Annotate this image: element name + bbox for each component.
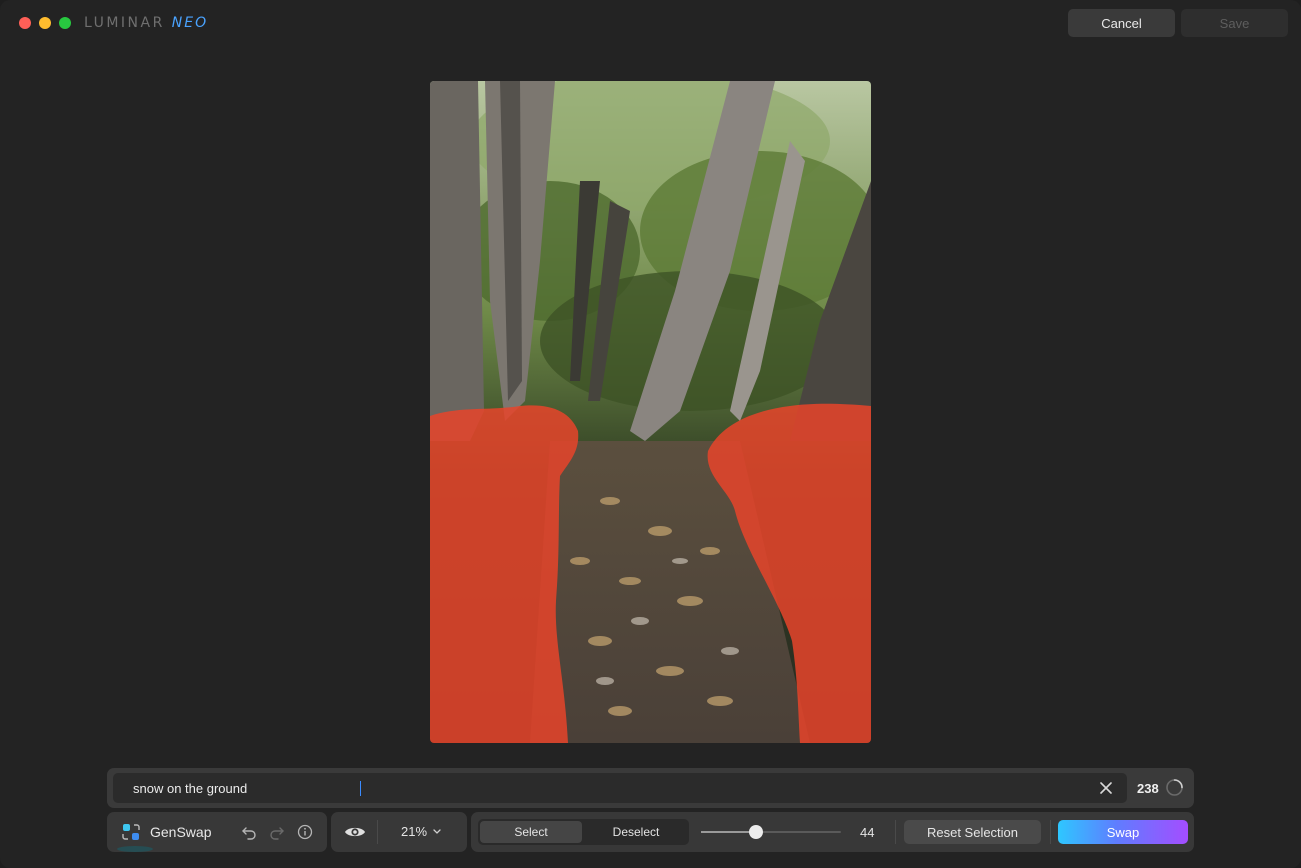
clear-icon[interactable]: [1098, 780, 1114, 796]
slider-fill: [701, 831, 756, 833]
reset-selection-button[interactable]: Reset Selection: [904, 820, 1041, 844]
save-button[interactable]: Save: [1181, 9, 1288, 37]
image-canvas[interactable]: [430, 81, 871, 743]
chevron-down-icon: [433, 828, 441, 834]
zoom-value: 21%: [401, 824, 428, 839]
select-button[interactable]: Select: [480, 821, 582, 843]
photo-with-mask: [430, 81, 871, 743]
prompt-input[interactable]: [113, 773, 1127, 803]
window-maximize-button[interactable]: [59, 17, 71, 29]
cancel-button[interactable]: Cancel: [1068, 9, 1175, 37]
view-group: 21%: [331, 812, 467, 852]
slider-thumb[interactable]: [748, 825, 763, 839]
deselect-button[interactable]: Deselect: [585, 821, 687, 843]
app-logo: LUMINAR NEO: [84, 15, 208, 31]
info-icon[interactable]: [297, 824, 313, 840]
genswap-icon: [122, 824, 140, 840]
redo-icon[interactable]: [269, 824, 285, 840]
brush-size-slider[interactable]: [701, 825, 841, 839]
divider: [377, 820, 378, 844]
title-bar: LUMINAR NEO Cancel Save: [0, 0, 1301, 46]
select-mode-toggle: Select Deselect: [478, 819, 689, 845]
undo-icon[interactable]: [241, 824, 257, 840]
selection-group: Select Deselect 44 Reset Selection Swap: [471, 812, 1194, 852]
logo-accent-text: NEO: [171, 15, 209, 31]
text-caret: [360, 781, 361, 796]
zoom-dropdown[interactable]: 21%: [401, 824, 441, 839]
active-tool-indicator: [117, 846, 153, 852]
app-window: LUMINAR NEO Cancel Save snow on the grou…: [0, 0, 1301, 868]
divider: [1050, 820, 1051, 844]
window-close-button[interactable]: [19, 17, 31, 29]
loading-spinner-icon: [1166, 779, 1183, 796]
window-minimize-button[interactable]: [39, 17, 51, 29]
divider: [895, 820, 896, 844]
logo-main-text: LUMINAR: [84, 15, 165, 31]
tool-name: GenSwap: [150, 824, 212, 840]
swap-button[interactable]: Swap: [1058, 820, 1188, 844]
prompt-bar: 238: [107, 768, 1194, 808]
eye-icon[interactable]: [344, 824, 366, 840]
brush-size-value: 44: [860, 825, 875, 840]
credits-count: 238: [1137, 781, 1159, 796]
